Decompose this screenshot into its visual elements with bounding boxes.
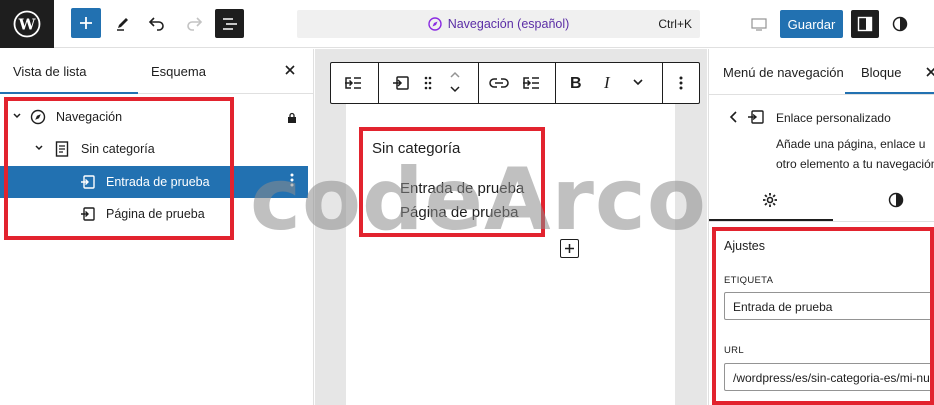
- list-item-custom-link-selected[interactable]: Entrada de prueba: [0, 166, 308, 198]
- list-item-custom-link[interactable]: Página de prueba: [0, 198, 308, 230]
- move-up-down-icon[interactable]: [448, 68, 462, 96]
- contrast-icon[interactable]: [888, 192, 904, 208]
- more-vertical-icon: [679, 76, 683, 90]
- chevron-down-icon[interactable]: [34, 144, 44, 154]
- bold-icon: B: [570, 75, 582, 91]
- url-field-label: URL: [724, 345, 744, 356]
- add-block-button[interactable]: [71, 8, 101, 38]
- navigation-compass-icon: [30, 109, 46, 128]
- more-formats-button[interactable]: [631, 77, 645, 87]
- close-icon[interactable]: [283, 63, 297, 77]
- toolbar-separator: [478, 63, 479, 103]
- chevron-down-icon: [633, 79, 643, 86]
- italic-icon: I: [603, 73, 611, 91]
- preview-button[interactable]: [748, 13, 770, 35]
- label-input[interactable]: Entrada de prueba: [724, 292, 934, 320]
- document-overview-button[interactable]: [215, 9, 244, 38]
- block-card-description-line: Añade una página, enlace u: [776, 137, 926, 151]
- list-item-label: Entrada de prueba: [106, 175, 210, 189]
- close-icon[interactable]: [925, 66, 934, 78]
- italic-button[interactable]: I: [602, 73, 614, 91]
- navigation-compass-icon: [427, 17, 442, 31]
- list-item-label: Sin categoría: [81, 142, 155, 156]
- wordpress-logo-icon[interactable]: W: [0, 0, 54, 48]
- more-options-icon[interactable]: [290, 172, 294, 188]
- url-input[interactable]: /wordpress/es/sin-categoria-es/mi-nueva-…: [724, 363, 934, 391]
- svg-text:I: I: [603, 73, 611, 91]
- list-item-label: Navegación: [56, 110, 123, 124]
- command-title: Navegación (español): [447, 17, 570, 31]
- list-item-label: Página de prueba: [106, 207, 205, 221]
- page-icon: [55, 141, 69, 160]
- custom-link-icon: [393, 76, 409, 90]
- undo-icon: [148, 17, 164, 31]
- toolbar-separator: [662, 63, 663, 103]
- block-toolbar: B I: [330, 62, 700, 104]
- gear-icon[interactable]: [762, 192, 778, 208]
- tab-list-view[interactable]: Vista de lista: [13, 64, 86, 79]
- block-options-button[interactable]: [679, 75, 683, 91]
- edit-tools-button[interactable]: [112, 12, 134, 34]
- bold-button[interactable]: B: [569, 73, 583, 91]
- list-view-icon: [222, 17, 237, 30]
- command-palette-bar[interactable]: Navegación (español) Ctrl+K: [297, 10, 700, 38]
- sidebar-icon: [857, 16, 873, 32]
- canvas-submenu-heading[interactable]: Sin categoría: [372, 140, 460, 157]
- canvas-nav-item[interactable]: Página de prueba: [400, 204, 518, 221]
- link-icon: [489, 78, 509, 88]
- drag-handle-icon[interactable]: [423, 75, 433, 91]
- label-field-label: ETIQUETA: [724, 275, 774, 286]
- tabs-divider: [709, 94, 934, 95]
- svg-text:B: B: [570, 75, 582, 91]
- svg-text:W: W: [18, 16, 37, 34]
- pencil-icon: [117, 18, 128, 31]
- subtabs-divider: [709, 221, 934, 222]
- contrast-icon: [892, 16, 908, 32]
- custom-link-icon: [80, 174, 96, 193]
- list-item-navigation[interactable]: Navegación: [0, 101, 308, 133]
- desktop-icon: [751, 18, 767, 31]
- tab-block[interactable]: Bloque: [861, 65, 901, 80]
- save-button[interactable]: Guardar: [780, 10, 843, 38]
- list-item-submenu[interactable]: Sin categoría: [0, 133, 308, 165]
- parent-block-button[interactable]: [343, 74, 363, 92]
- block-card-description-line: otro elemento a tu navegación.: [776, 157, 934, 171]
- add-submenu-button[interactable]: [521, 74, 541, 92]
- block-appender-button[interactable]: [560, 239, 579, 258]
- block-card-title: Enlace personalizado: [776, 111, 891, 125]
- plus-icon: [80, 17, 92, 29]
- settings-sidebar: Menú de navegación Bloque Enlace persona…: [708, 49, 934, 405]
- redo-icon: [187, 17, 203, 31]
- plus-icon: [565, 244, 574, 253]
- redo-button[interactable]: [183, 12, 205, 34]
- link-button[interactable]: [489, 75, 509, 91]
- list-view-tabs: Vista de lista Esquema: [0, 49, 313, 94]
- lock-icon: [287, 112, 297, 127]
- block-card-description: Añade una página, enlace u otro elemento…: [776, 134, 934, 174]
- toolbar-separator: [378, 63, 379, 103]
- styles-button[interactable]: [889, 13, 911, 35]
- canvas-nav-item[interactable]: Entrada de prueba: [400, 180, 524, 197]
- list-view-panel: Vista de lista Esquema Navegación Sin ca…: [0, 49, 314, 405]
- chevron-left-icon[interactable]: [729, 111, 739, 123]
- undo-button[interactable]: [146, 12, 168, 34]
- submenu-icon: [345, 77, 361, 89]
- settings-toggle-button[interactable]: [851, 10, 879, 38]
- tab-outline[interactable]: Esquema: [151, 64, 206, 79]
- command-shortcut: Ctrl+K: [658, 17, 692, 31]
- chevron-down-icon[interactable]: [12, 112, 22, 122]
- toolbar-separator: [555, 63, 556, 103]
- editor-top-bar: W Navegación (español) Ctrl+K Guardar: [0, 0, 934, 48]
- custom-link-icon: [748, 110, 764, 124]
- submenu-icon: [523, 77, 539, 89]
- tab-navigation-menu[interactable]: Menú de navegación: [723, 65, 844, 80]
- active-tab-indicator: [0, 92, 138, 94]
- custom-link-icon: [80, 206, 96, 225]
- block-type-button[interactable]: [392, 74, 410, 92]
- settings-panel-title[interactable]: Ajustes: [724, 239, 765, 253]
